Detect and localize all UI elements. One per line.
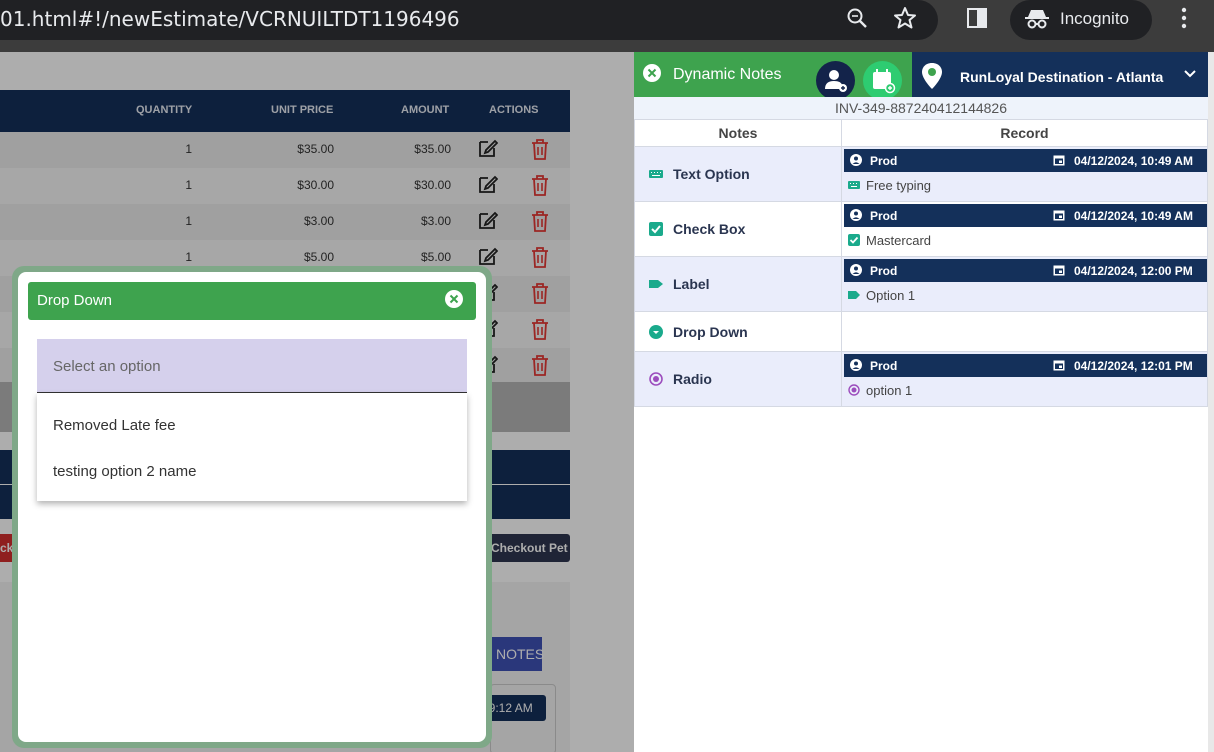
record-cell: Prod 04/12/2024, 10:49 AM Free typing	[841, 146, 1208, 202]
panel-header: Dynamic Notes RunLoyal Destination - Atl…	[634, 52, 1214, 100]
record-datetime: 04/12/2024, 12:00 PM	[1074, 264, 1193, 278]
record-text: Option 1	[866, 288, 916, 303]
label-icon	[848, 291, 860, 299]
user-icon	[850, 264, 862, 276]
record-text: Free typing	[866, 178, 932, 193]
location-pin-icon	[922, 63, 942, 89]
location-selector[interactable]: RunLoyal Destination - Atlanta	[912, 52, 1208, 100]
modal-title: Drop Down	[37, 292, 113, 309]
user-icon	[850, 209, 862, 221]
close-icon[interactable]	[444, 289, 464, 309]
record-cell: Prod 04/12/2024, 12:01 PM option 1	[841, 351, 1208, 407]
keyboard-icon	[649, 170, 663, 178]
panel-scrollbar[interactable]	[1208, 52, 1214, 752]
record-value: Option 1	[842, 282, 1207, 311]
note-label: Label	[673, 276, 710, 292]
more-menu-icon[interactable]	[1180, 7, 1188, 33]
add-event-button[interactable]	[863, 61, 902, 100]
bookmark-star-icon[interactable]	[893, 6, 917, 34]
record-cell	[841, 311, 1208, 352]
col-record: Record	[841, 119, 1208, 147]
checkbox-icon	[848, 234, 860, 246]
record-header: Prod 04/12/2024, 10:49 AM	[844, 149, 1207, 172]
keyboard-icon	[848, 181, 860, 189]
dropdown-circle-icon	[649, 324, 663, 339]
user-add-icon	[825, 70, 847, 92]
table-row[interactable]: Check Box Prod 04/12/2024, 10:49 AM Mast…	[634, 201, 1208, 257]
record-text: option 1	[866, 383, 913, 398]
calendar-add-icon	[873, 69, 896, 94]
checkbox-icon	[649, 222, 663, 236]
radio-icon	[848, 384, 860, 396]
option-select[interactable]: Select an option	[37, 339, 467, 394]
incognito-icon	[1025, 10, 1049, 29]
user-icon	[850, 154, 862, 166]
close-icon[interactable]	[642, 63, 662, 83]
panel-title: Dynamic Notes	[673, 66, 782, 83]
table-row[interactable]: Label Prod 04/12/2024, 12:00 PM Option 1	[634, 256, 1208, 312]
record-value: option 1	[842, 377, 1207, 406]
location-name: RunLoyal Destination - Atlanta	[960, 69, 1164, 85]
table-row[interactable]: Radio Prod 04/12/2024, 12:01 PM option 1	[634, 351, 1208, 407]
record-datetime: 04/12/2024, 12:01 PM	[1074, 359, 1193, 373]
incognito-badge[interactable]: Incognito	[1010, 0, 1152, 40]
note-cell: Radio	[634, 351, 842, 407]
option-menu: Removed Late fee testing option 2 name	[37, 393, 467, 501]
record-value: Free typing	[842, 172, 1207, 201]
notes-table: Notes Record Text Option Prod 04/12/2024…	[634, 119, 1208, 407]
record-value: Mastercard	[842, 227, 1207, 256]
col-notes: Notes	[634, 119, 842, 147]
side-panel-icon[interactable]	[966, 7, 988, 33]
dropdown-modal: Drop Down Select an option Removed Late …	[18, 272, 486, 742]
record-cell: Prod 04/12/2024, 10:49 AM Mastercard	[841, 201, 1208, 257]
record-header: Prod 04/12/2024, 12:00 PM	[844, 259, 1207, 282]
record-datetime: 04/12/2024, 10:49 AM	[1074, 154, 1193, 168]
add-user-button[interactable]	[816, 61, 855, 100]
radio-icon	[649, 372, 663, 386]
record-user: Prod	[870, 359, 898, 373]
record-header: Prod 04/12/2024, 12:01 PM	[844, 354, 1207, 377]
menu-option[interactable]: testing option 2 name	[53, 463, 196, 480]
url-text: 01.html#!/newEstimate/VCRNUILTDT1196496	[0, 7, 460, 31]
label-icon	[649, 280, 663, 288]
table-row[interactable]: Drop Down	[634, 311, 1208, 352]
record-user: Prod	[870, 154, 898, 168]
note-label: Drop Down	[673, 323, 748, 340]
record-text: Mastercard	[866, 233, 932, 248]
calendar-icon	[1053, 155, 1065, 166]
calendar-icon	[1053, 210, 1065, 221]
modal-header: Drop Down	[28, 282, 476, 320]
note-label: Radio	[673, 371, 712, 387]
note-cell: Text Option	[634, 146, 842, 202]
note-cell: Label	[634, 256, 842, 312]
note-label: Text Option	[673, 166, 750, 182]
calendar-icon	[1053, 360, 1065, 371]
menu-option[interactable]: Removed Late fee	[53, 417, 176, 434]
record-cell: Prod 04/12/2024, 12:00 PM Option 1	[841, 256, 1208, 312]
user-icon	[850, 359, 862, 371]
invoice-number: INV-349-887240412144826	[634, 97, 1208, 119]
address-bar[interactable]: 01.html#!/newEstimate/VCRNUILTDT1196496	[0, 0, 938, 40]
incognito-label: Incognito	[1060, 9, 1129, 28]
record-datetime: 04/12/2024, 10:49 AM	[1074, 209, 1193, 223]
record-user: Prod	[870, 209, 898, 223]
note-cell: Drop Down	[634, 311, 842, 352]
note-cell: Check Box	[634, 201, 842, 257]
chevron-down-icon	[1184, 70, 1196, 78]
dynamic-notes-panel: Dynamic Notes RunLoyal Destination - Atl…	[634, 52, 1214, 752]
calendar-icon	[1053, 265, 1065, 276]
zoom-icon[interactable]	[846, 7, 868, 33]
browser-chrome: 01.html#!/newEstimate/VCRNUILTDT1196496 …	[0, 0, 1214, 52]
note-label: Check Box	[673, 221, 746, 237]
table-row[interactable]: Text Option Prod 04/12/2024, 10:49 AM Fr…	[634, 146, 1208, 202]
record-user: Prod	[870, 264, 898, 278]
record-header: Prod 04/12/2024, 10:49 AM	[844, 204, 1207, 227]
